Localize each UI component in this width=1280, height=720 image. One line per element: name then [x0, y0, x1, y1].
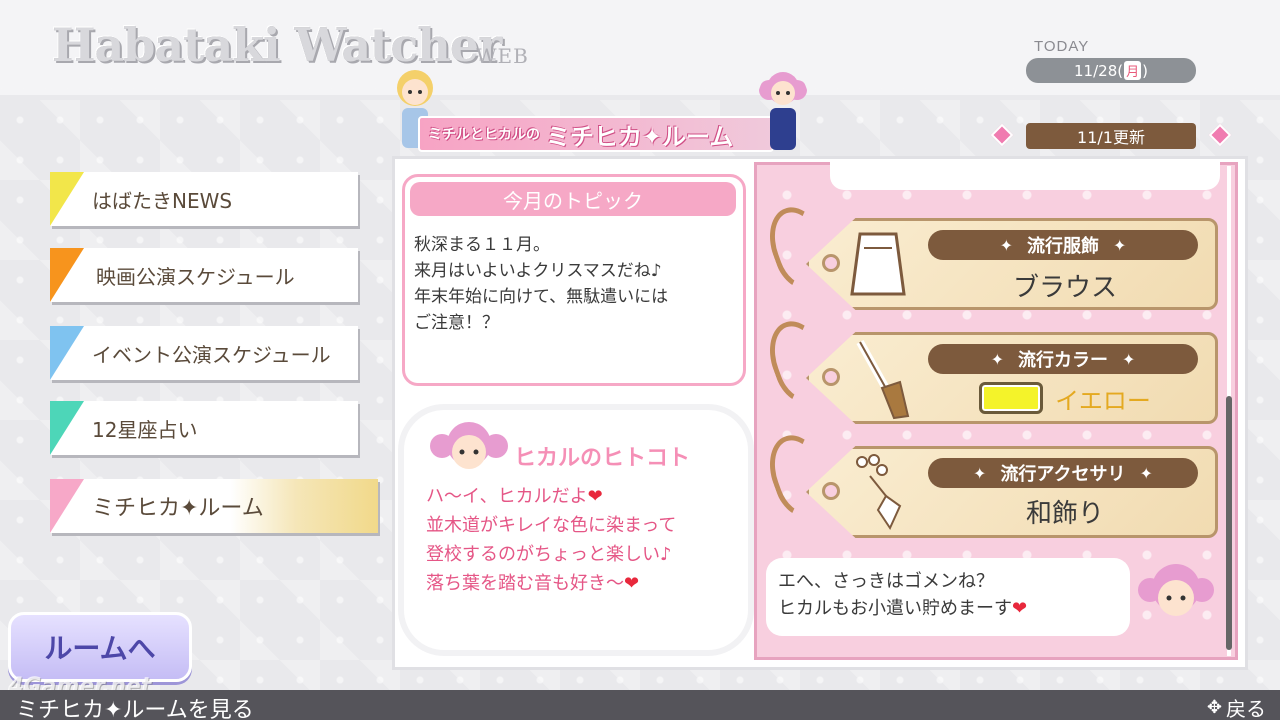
topic-title: 今月のトピック	[410, 182, 736, 216]
sparkle-icon: ✦	[1139, 463, 1153, 483]
banner-title: ミチヒカ✦ルーム	[546, 122, 734, 151]
topic-text: 秋深まる１１月。 来月はいよいよクリスマスだね♪ 年末年始に向けて、無駄遣いには…	[414, 232, 740, 336]
tag-hole	[822, 368, 840, 386]
trend-value: ブラウス	[1012, 272, 1117, 303]
topic-line: 来月はいよいよクリスマスだね♪	[414, 261, 662, 281]
hikaru-chibi-icon	[759, 72, 807, 150]
topic-line: ご注意！？	[414, 313, 499, 333]
update-date: 11/1更新	[1026, 123, 1196, 149]
heart-icon: ❤	[624, 573, 640, 594]
menu-label: 12星座占い	[92, 417, 198, 442]
back-button[interactable]: ✥ 戻る	[1207, 693, 1266, 720]
hitokoto-line: ハ～イ、ヒカルだよ	[426, 486, 588, 507]
heart-icon: ❤	[1012, 598, 1028, 619]
banner-subtitle: ミチルとヒカルの	[428, 127, 540, 143]
trend-heading: ✦ 流行カラー ✦	[928, 344, 1198, 374]
menu-item-horoscope[interactable]: 12星座占い	[50, 401, 358, 455]
trend-heading: ✦ 流行アクセサリ ✦	[928, 458, 1198, 488]
heart-icon: ❤	[587, 486, 603, 507]
sparkle-icon: ✦	[990, 349, 1004, 369]
blouse-icon	[850, 232, 906, 296]
site-logo: Habataki Watcher	[52, 18, 502, 72]
room-banner: ミチルとヒカルの ミチヒカ✦ルーム	[418, 116, 774, 152]
tag-hole	[822, 254, 840, 272]
menu-item-news[interactable]: はばたきNEWS	[50, 172, 358, 226]
hikaru-face-icon	[430, 422, 508, 469]
trend-heading: ✦ 流行服飾 ✦	[928, 230, 1198, 260]
trend-heading-label: 流行服飾	[1027, 236, 1099, 257]
menu-label: 映画公演スケジュール	[96, 264, 295, 289]
trend-heading-label: 流行カラー	[1018, 350, 1108, 371]
previous-speech-bubble	[830, 160, 1220, 190]
speech-line: ヒカルもお小遣い貯めまーす	[778, 598, 1012, 619]
menu-item-movie-schedule[interactable]: 映画公演スケジュール	[50, 248, 358, 302]
date-close: )	[1142, 61, 1148, 80]
controller-button-icon: ✥	[1206, 697, 1222, 718]
menu-label: ミチヒカ✦ルーム	[92, 496, 264, 521]
speech-line: エへ、さっきはゴメンね？	[778, 571, 994, 592]
sparkle-icon: ✦	[999, 235, 1013, 255]
hitokoto-line: 落ち葉を踏む音も好き～	[426, 573, 624, 594]
site-logo-suffix: WEB	[476, 44, 529, 68]
menu-label: はばたきNEWS	[92, 188, 233, 213]
hitokoto-line: 登校するのがちょっと楽しい♪	[426, 544, 672, 565]
tag-hole	[822, 482, 840, 500]
trend-value: イエロー	[930, 381, 1200, 415]
status-bar: ミチヒカ✦ルームを見る ✥ 戻る	[0, 690, 1280, 720]
sparkle-icon: ✦	[1113, 235, 1127, 255]
back-label: 戻る	[1226, 697, 1266, 720]
menu-item-michihika-room[interactable]: ミチヒカ✦ルーム	[50, 479, 378, 533]
status-text: ミチヒカ✦ルームを見る	[16, 698, 254, 720]
hikaru-portrait-icon	[1138, 564, 1214, 616]
trend-value-text: イエロー	[1055, 386, 1151, 415]
menu-item-event-schedule[interactable]: イベント公演スケジュール	[50, 326, 358, 380]
room-button[interactable]: ルームへ	[8, 612, 192, 682]
sparkle-icon: ✦	[973, 463, 987, 483]
today-label: TODAY	[1034, 38, 1090, 55]
today-date: 11/28(月)	[1026, 58, 1196, 83]
scrollbar-thumb[interactable]	[1226, 396, 1232, 650]
trend-value: 和飾り	[1025, 498, 1104, 529]
color-swatch	[979, 382, 1044, 414]
day-badge: 月	[1124, 61, 1142, 80]
sparkle-icon: ✦	[1122, 349, 1136, 369]
hitokoto-line: 並木道がキレイな色に染まって	[426, 515, 677, 536]
brush-icon	[856, 340, 910, 420]
trend-heading-label: 流行アクセサリ	[1000, 464, 1126, 485]
menu-label: イベント公演スケジュール	[92, 342, 331, 367]
hitokoto-title: ヒカルのヒトコト	[514, 446, 691, 471]
speech-bubble: エへ、さっきはゴメンね？ ヒカルもお小遣い貯めまーす❤	[766, 558, 1130, 636]
hitokoto-text: ハ～イ、ヒカルだよ❤ 並木道がキレイな色に染まって 登校するのがちょっと楽しい♪…	[426, 482, 736, 598]
hair-ornament-icon	[856, 454, 902, 531]
topic-line: 年末年始に向けて、無駄遣いには	[414, 287, 669, 307]
date-text: 11/28(	[1074, 61, 1124, 80]
topic-line: 秋深まる１１月。	[414, 235, 550, 255]
